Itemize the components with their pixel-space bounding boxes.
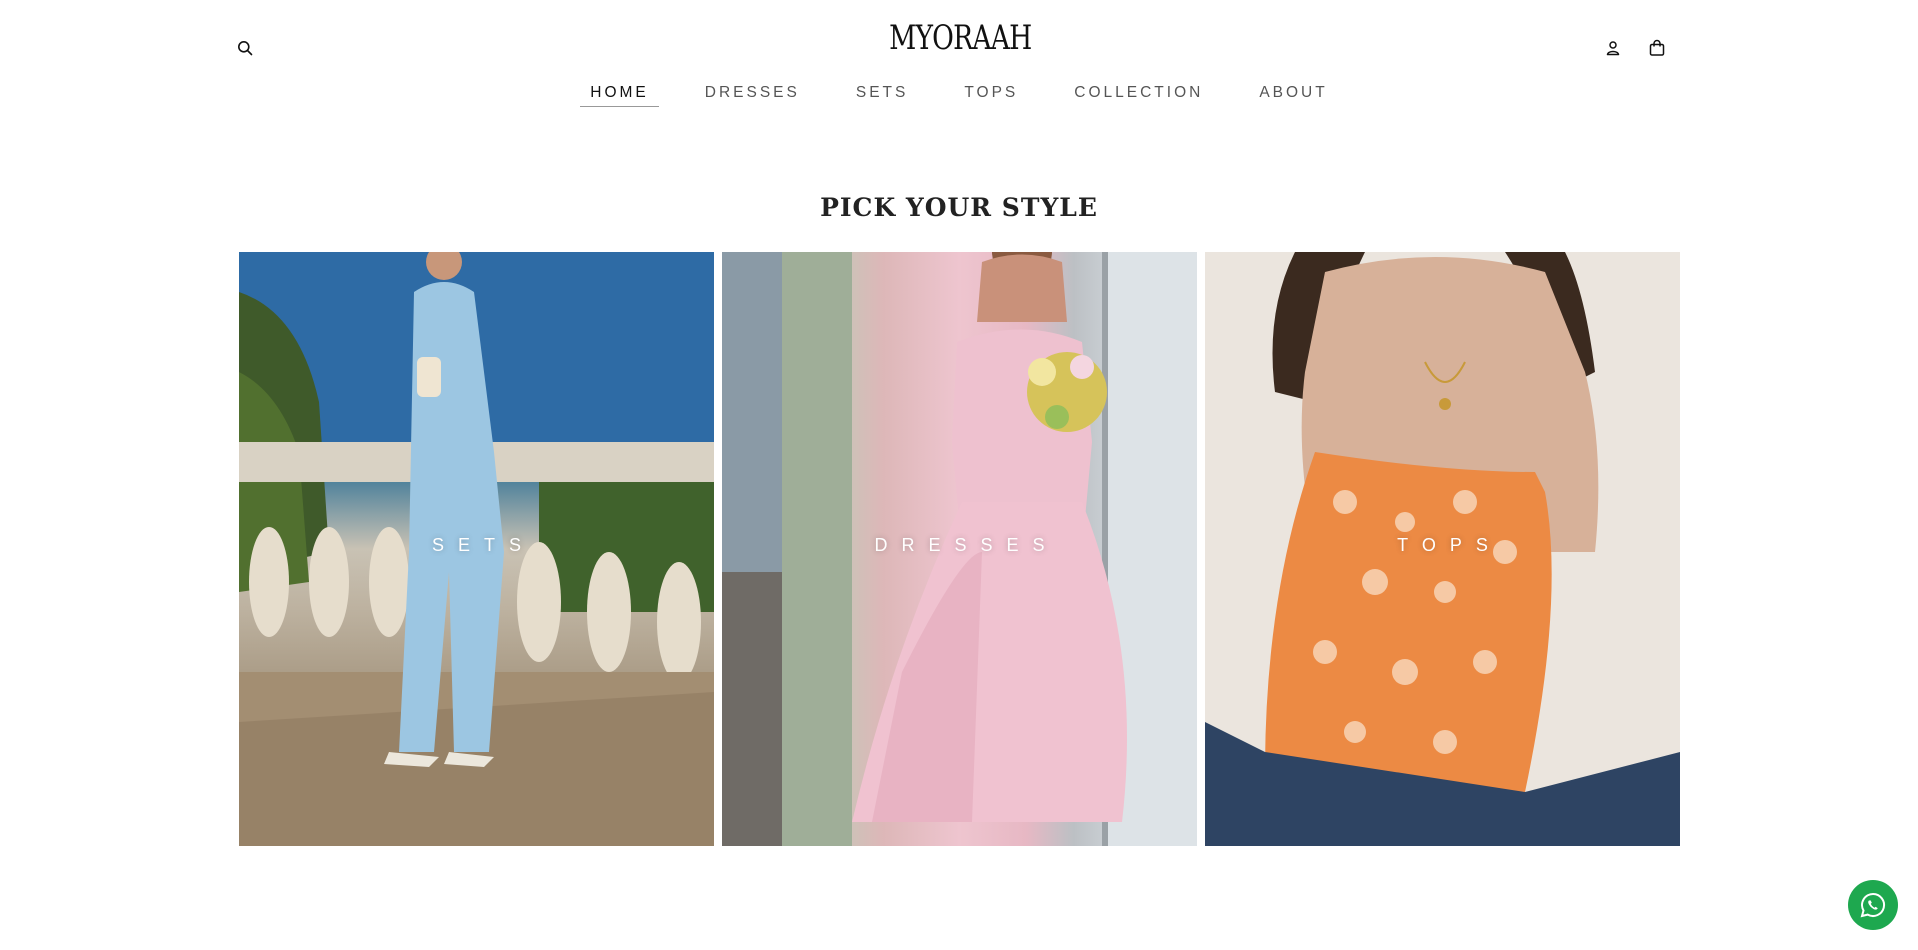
nav-item-collection[interactable]: COLLECTION bbox=[1064, 84, 1213, 107]
nav-item-about[interactable]: ABOUT bbox=[1249, 84, 1337, 107]
search-button[interactable] bbox=[231, 34, 259, 62]
category-tiles: SETS DRESSES TOPS bbox=[239, 252, 1680, 846]
account-button[interactable] bbox=[1599, 34, 1627, 62]
main-navigation: HOME DRESSES SETS TOPS COLLECTION ABOUT bbox=[0, 84, 1918, 107]
brand-logo[interactable]: MYORAAH bbox=[880, 16, 1040, 60]
tile-label-tops: TOPS bbox=[1397, 535, 1502, 555]
shopping-bag-icon bbox=[1649, 39, 1665, 56]
category-tile-dresses[interactable]: DRESSES bbox=[722, 252, 1197, 846]
category-tile-tops[interactable]: TOPS bbox=[1205, 252, 1680, 846]
search-icon bbox=[238, 41, 253, 56]
cart-button[interactable] bbox=[1643, 34, 1671, 62]
nav-item-tops[interactable]: TOPS bbox=[954, 84, 1028, 107]
nav-item-home[interactable]: HOME bbox=[580, 84, 659, 107]
category-tile-sets[interactable]: SETS bbox=[239, 252, 714, 846]
user-icon bbox=[1606, 41, 1620, 56]
whatsapp-chat-button[interactable] bbox=[1848, 880, 1898, 930]
whatsapp-icon bbox=[1860, 892, 1885, 918]
tile-label-sets: SETS bbox=[431, 535, 535, 555]
tile-label-dresses: DRESSES bbox=[874, 535, 1059, 555]
section-title: PICK YOUR STYLE bbox=[820, 193, 1098, 222]
nav-item-sets[interactable]: SETS bbox=[846, 84, 918, 107]
site-header: MYORAAH HOME DRESSES SETS TOPS COLLECTIO… bbox=[0, 0, 1918, 120]
nav-item-dresses[interactable]: DRESSES bbox=[695, 84, 810, 107]
brand-logo-text: MYORAAH bbox=[888, 18, 1032, 58]
